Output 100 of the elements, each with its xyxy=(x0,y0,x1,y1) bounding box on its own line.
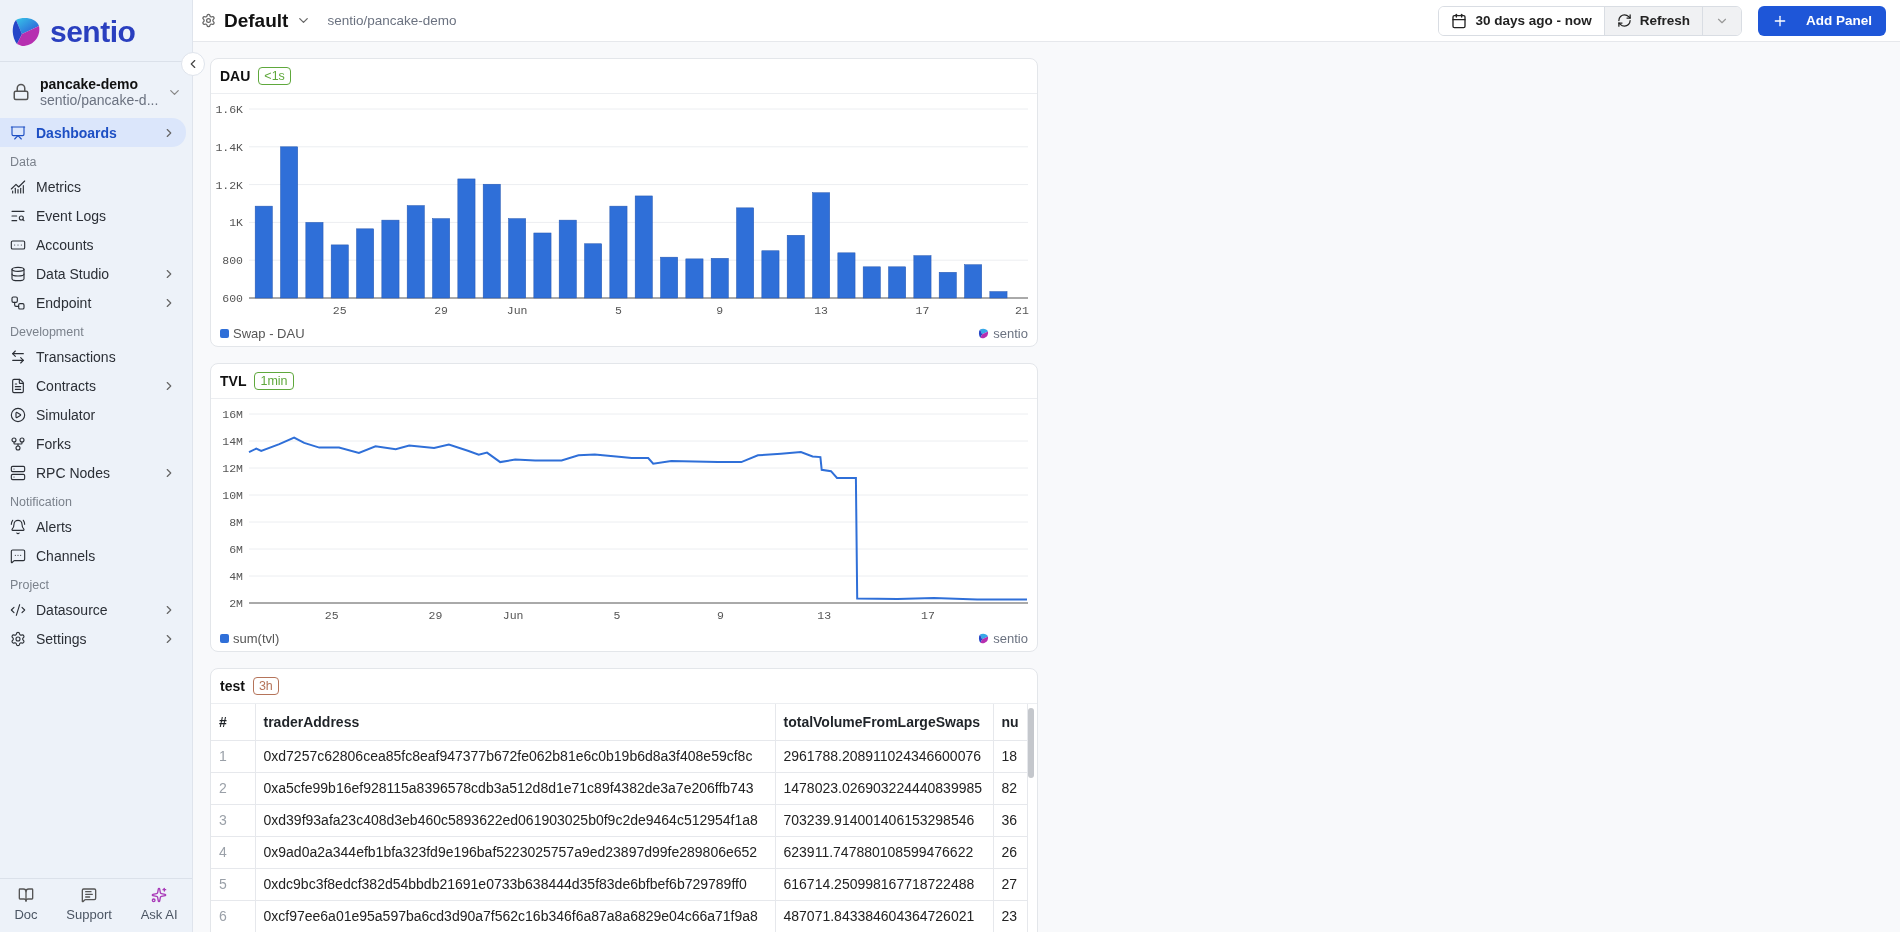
database-icon xyxy=(10,265,26,282)
axis-label: Jun xyxy=(502,609,524,622)
axis-label: 29 xyxy=(434,304,448,317)
workflow-icon xyxy=(10,294,26,311)
nav-item[interactable]: Accounts xyxy=(0,230,186,259)
document-icon xyxy=(10,377,26,394)
table-cell: 0xdc9bc3f8edcf382d54bbdb21691e0733b638444d35f83de6bfbef6b729789ff0 xyxy=(255,868,775,900)
table-cell: 0x9ad0a2a344efb1bfa323fd9e196baf5223025757a9ed23897d99fe289806e652 xyxy=(255,836,775,868)
table-cell: 703239.914001406153298546 xyxy=(775,804,993,836)
chart-bar xyxy=(761,250,780,299)
legend-item[interactable]: Swap - DAU xyxy=(220,325,979,341)
axis-label: 12M xyxy=(222,462,243,475)
refresh-button[interactable]: Refresh xyxy=(1603,6,1702,35)
table-cell: 1478023.026903224440839985 xyxy=(775,772,993,804)
fork-icon xyxy=(10,435,26,452)
nav-item[interactable]: Forks xyxy=(0,429,186,458)
table-cell: 2 xyxy=(211,772,255,804)
presentation-icon xyxy=(10,124,26,141)
chart-bar xyxy=(584,243,602,299)
nav-item[interactable]: Transactions xyxy=(0,342,186,371)
sparkle-icon xyxy=(151,887,168,903)
footer-button[interactable]: Ask AI xyxy=(136,887,182,922)
axis-label: 9 xyxy=(717,609,724,622)
legend-item[interactable]: sum(tvl) xyxy=(220,630,979,646)
nav-item[interactable]: Dashboards xyxy=(0,118,186,147)
table-cell: 3 xyxy=(211,804,255,836)
dashboard-title: Default xyxy=(224,9,289,32)
nav-item[interactable]: RPC Nodes xyxy=(0,458,186,487)
nav-item[interactable]: Datasource xyxy=(0,595,186,624)
axis-label: 6M xyxy=(229,543,243,556)
column-header[interactable]: nu xyxy=(993,704,1027,740)
footer-button[interactable]: Doc xyxy=(10,887,42,922)
chart-bar xyxy=(710,258,729,299)
refresh-icon xyxy=(1616,13,1632,28)
chart-bar xyxy=(356,228,374,299)
footer-button[interactable]: Support xyxy=(62,887,116,922)
settings-icon xyxy=(10,630,26,647)
column-header[interactable]: traderAddress xyxy=(255,704,775,740)
chart-bar xyxy=(837,252,856,299)
calendar-icon xyxy=(1451,12,1468,29)
brand-name: sentio xyxy=(50,14,136,49)
table-cell: 6 xyxy=(211,900,255,932)
settings-icon[interactable] xyxy=(201,13,216,28)
chart-bar xyxy=(533,232,552,299)
axis-label: 1K xyxy=(229,216,243,230)
duration-tag: 3h xyxy=(252,677,279,695)
table-cell: 82 xyxy=(993,772,1027,804)
chart-icon xyxy=(10,178,26,195)
server-icon xyxy=(10,464,26,481)
scrollbar[interactable] xyxy=(1028,708,1034,778)
chart-bar xyxy=(913,255,932,299)
project-name: pancake-demo xyxy=(40,76,140,92)
chart-bar xyxy=(330,244,349,299)
nav-item[interactable]: Endpoint xyxy=(0,288,186,317)
chart-bar xyxy=(660,256,678,299)
axis-label: 800 xyxy=(222,254,243,268)
table-cell: 2961788.208911024346600076 xyxy=(775,740,993,772)
section-heading: Data xyxy=(9,154,38,171)
nav-item[interactable]: Alerts xyxy=(0,512,186,541)
arrows-icon xyxy=(10,348,26,365)
column-header[interactable]: # xyxy=(211,704,255,740)
nav-item[interactable]: Metrics xyxy=(0,172,186,201)
section-heading: Project xyxy=(9,577,50,594)
axis-label: 1.4K xyxy=(215,140,243,154)
table-cell: 23 xyxy=(993,900,1027,932)
logo-icon xyxy=(10,15,42,48)
nav-item[interactable]: Channels xyxy=(0,541,186,570)
axis-label: 25 xyxy=(332,304,347,317)
chart-bar xyxy=(888,266,906,299)
nav-item[interactable]: Settings xyxy=(0,624,186,653)
nav-item[interactable]: Simulator xyxy=(0,400,186,429)
collapse-button[interactable] xyxy=(181,52,205,76)
table-cell: 4 xyxy=(211,836,255,868)
chat-icon xyxy=(10,547,26,564)
axis-label: 5 xyxy=(615,304,622,317)
chart-bar xyxy=(938,272,957,299)
table-cell: 623911.747880108599476622 xyxy=(775,836,993,868)
nav-item[interactable]: Data Studio xyxy=(0,259,186,288)
section-heading: Notification xyxy=(9,494,73,511)
axis-label: 9 xyxy=(716,304,724,317)
table-cell: 0xa5cfe99b16ef928115a8396578cdb3a512d8d1e71c89f4382de3a7e206ffb743 xyxy=(255,772,775,804)
axis-label: 2M xyxy=(229,597,243,610)
brand-mark: sentio xyxy=(978,325,1028,341)
axis-label: Jun xyxy=(506,304,528,317)
axis-label: 1.2K xyxy=(215,178,243,192)
table-cell: 26 xyxy=(993,836,1027,868)
table-cell: 0xcf97ee6a01e95a597ba6cd3d90a7f562c16b346f6a87a8a6829e04c66a71f9a8 xyxy=(255,900,775,932)
nav-item[interactable]: Contracts xyxy=(0,371,186,400)
axis-label: 25 xyxy=(324,609,339,622)
axis-label: 5 xyxy=(613,609,621,622)
chart-bar xyxy=(685,258,704,299)
column-header[interactable]: totalVolumeFromLargeSwaps xyxy=(775,704,993,740)
axis-label: 1.6K xyxy=(215,103,243,116)
add-panel-button[interactable]: Add Panel xyxy=(1758,5,1886,36)
axis-label: 21 xyxy=(1015,304,1029,317)
table-cell: 5 xyxy=(211,868,255,900)
table-cell: 18 xyxy=(993,740,1027,772)
axis-label: 29 xyxy=(428,609,443,622)
table-cell: 487071.843384604364726021 xyxy=(775,900,993,932)
nav-item[interactable]: Event Logs xyxy=(0,201,186,230)
